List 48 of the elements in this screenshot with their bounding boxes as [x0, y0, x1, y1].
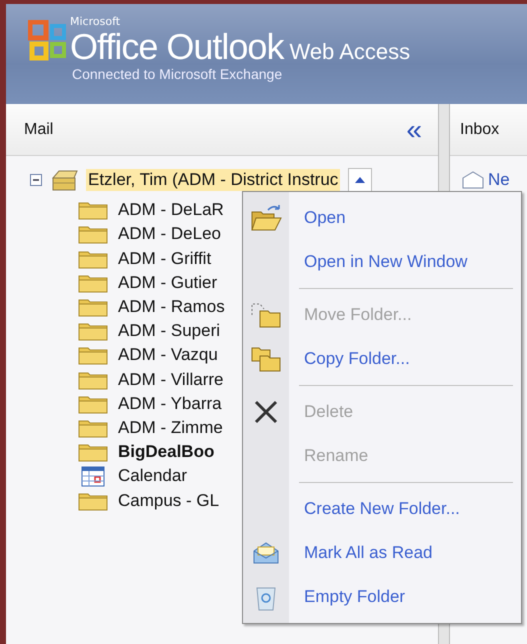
folder-icon [78, 418, 108, 438]
mailbox-name[interactable]: Etzler, Tim (ADM - District Instruc [86, 169, 340, 192]
move-folder-icon [250, 301, 282, 329]
open-folder-icon [250, 204, 282, 232]
pane-title: Inbox [460, 120, 500, 138]
copy-folder-icon [250, 345, 282, 373]
menu-item[interactable]: Mark All as Read [243, 531, 521, 575]
folder-icon [78, 297, 108, 318]
folder-icon [78, 345, 108, 366]
folder-name[interactable]: ADM - Zimme [118, 418, 223, 438]
folder-name[interactable]: ADM - Gutier [118, 272, 218, 293]
menu-item[interactable]: Copy Folder... [243, 337, 521, 381]
collapse-button[interactable]: « [406, 118, 422, 142]
folder-name[interactable]: Calendar [118, 466, 187, 486]
folder-name[interactable]: ADM - Superi [118, 321, 220, 342]
menu-item[interactable]: Empty Folder [243, 575, 521, 619]
new-link[interactable]: Ne [488, 170, 510, 190]
folder-icon [78, 394, 108, 414]
folder-icon [78, 200, 108, 220]
up-arrow-icon [355, 177, 366, 184]
pane-title: Mail [24, 120, 54, 138]
folder-icon [78, 321, 108, 342]
delete-icon [253, 399, 279, 425]
folder-name[interactable]: ADM - Ybarra [118, 394, 222, 414]
folder-name[interactable]: ADM - Griffit [118, 248, 212, 269]
folder-name[interactable]: ADM - Ramos [118, 297, 225, 318]
folder-name[interactable]: ADM - DeLaR [118, 200, 224, 220]
folder-icon [78, 224, 108, 244]
folder-name[interactable]: ADM - Villarre [118, 370, 224, 390]
folder-icon [78, 272, 108, 293]
folder-name[interactable]: BigDealBoo [118, 442, 214, 462]
product-suffix: Web Access [289, 39, 410, 65]
menu-item[interactable]: Open [243, 196, 521, 240]
folder-name[interactable]: Campus - GL [118, 490, 220, 511]
connection-subtitle: Connected to Microsoft Exchange [71, 66, 284, 82]
collapse-toggle-icon[interactable] [30, 174, 42, 186]
folder-icon [78, 442, 108, 462]
folder-icon [78, 370, 108, 390]
menu-item[interactable]: Open in New Window [243, 240, 521, 284]
folder-name[interactable]: ADM - DeLeo [118, 224, 221, 244]
folder-icon [78, 248, 108, 269]
brand-name: Microsoft [70, 16, 122, 28]
folder-icon [78, 490, 108, 511]
mailbox-icon [50, 168, 80, 192]
folder-name[interactable]: ADM - Vazqu [118, 345, 218, 366]
product-name: Office Outlook [70, 28, 284, 66]
menu-item[interactable]: Create New Folder... [243, 487, 521, 531]
scroll-up-button[interactable] [348, 168, 372, 192]
